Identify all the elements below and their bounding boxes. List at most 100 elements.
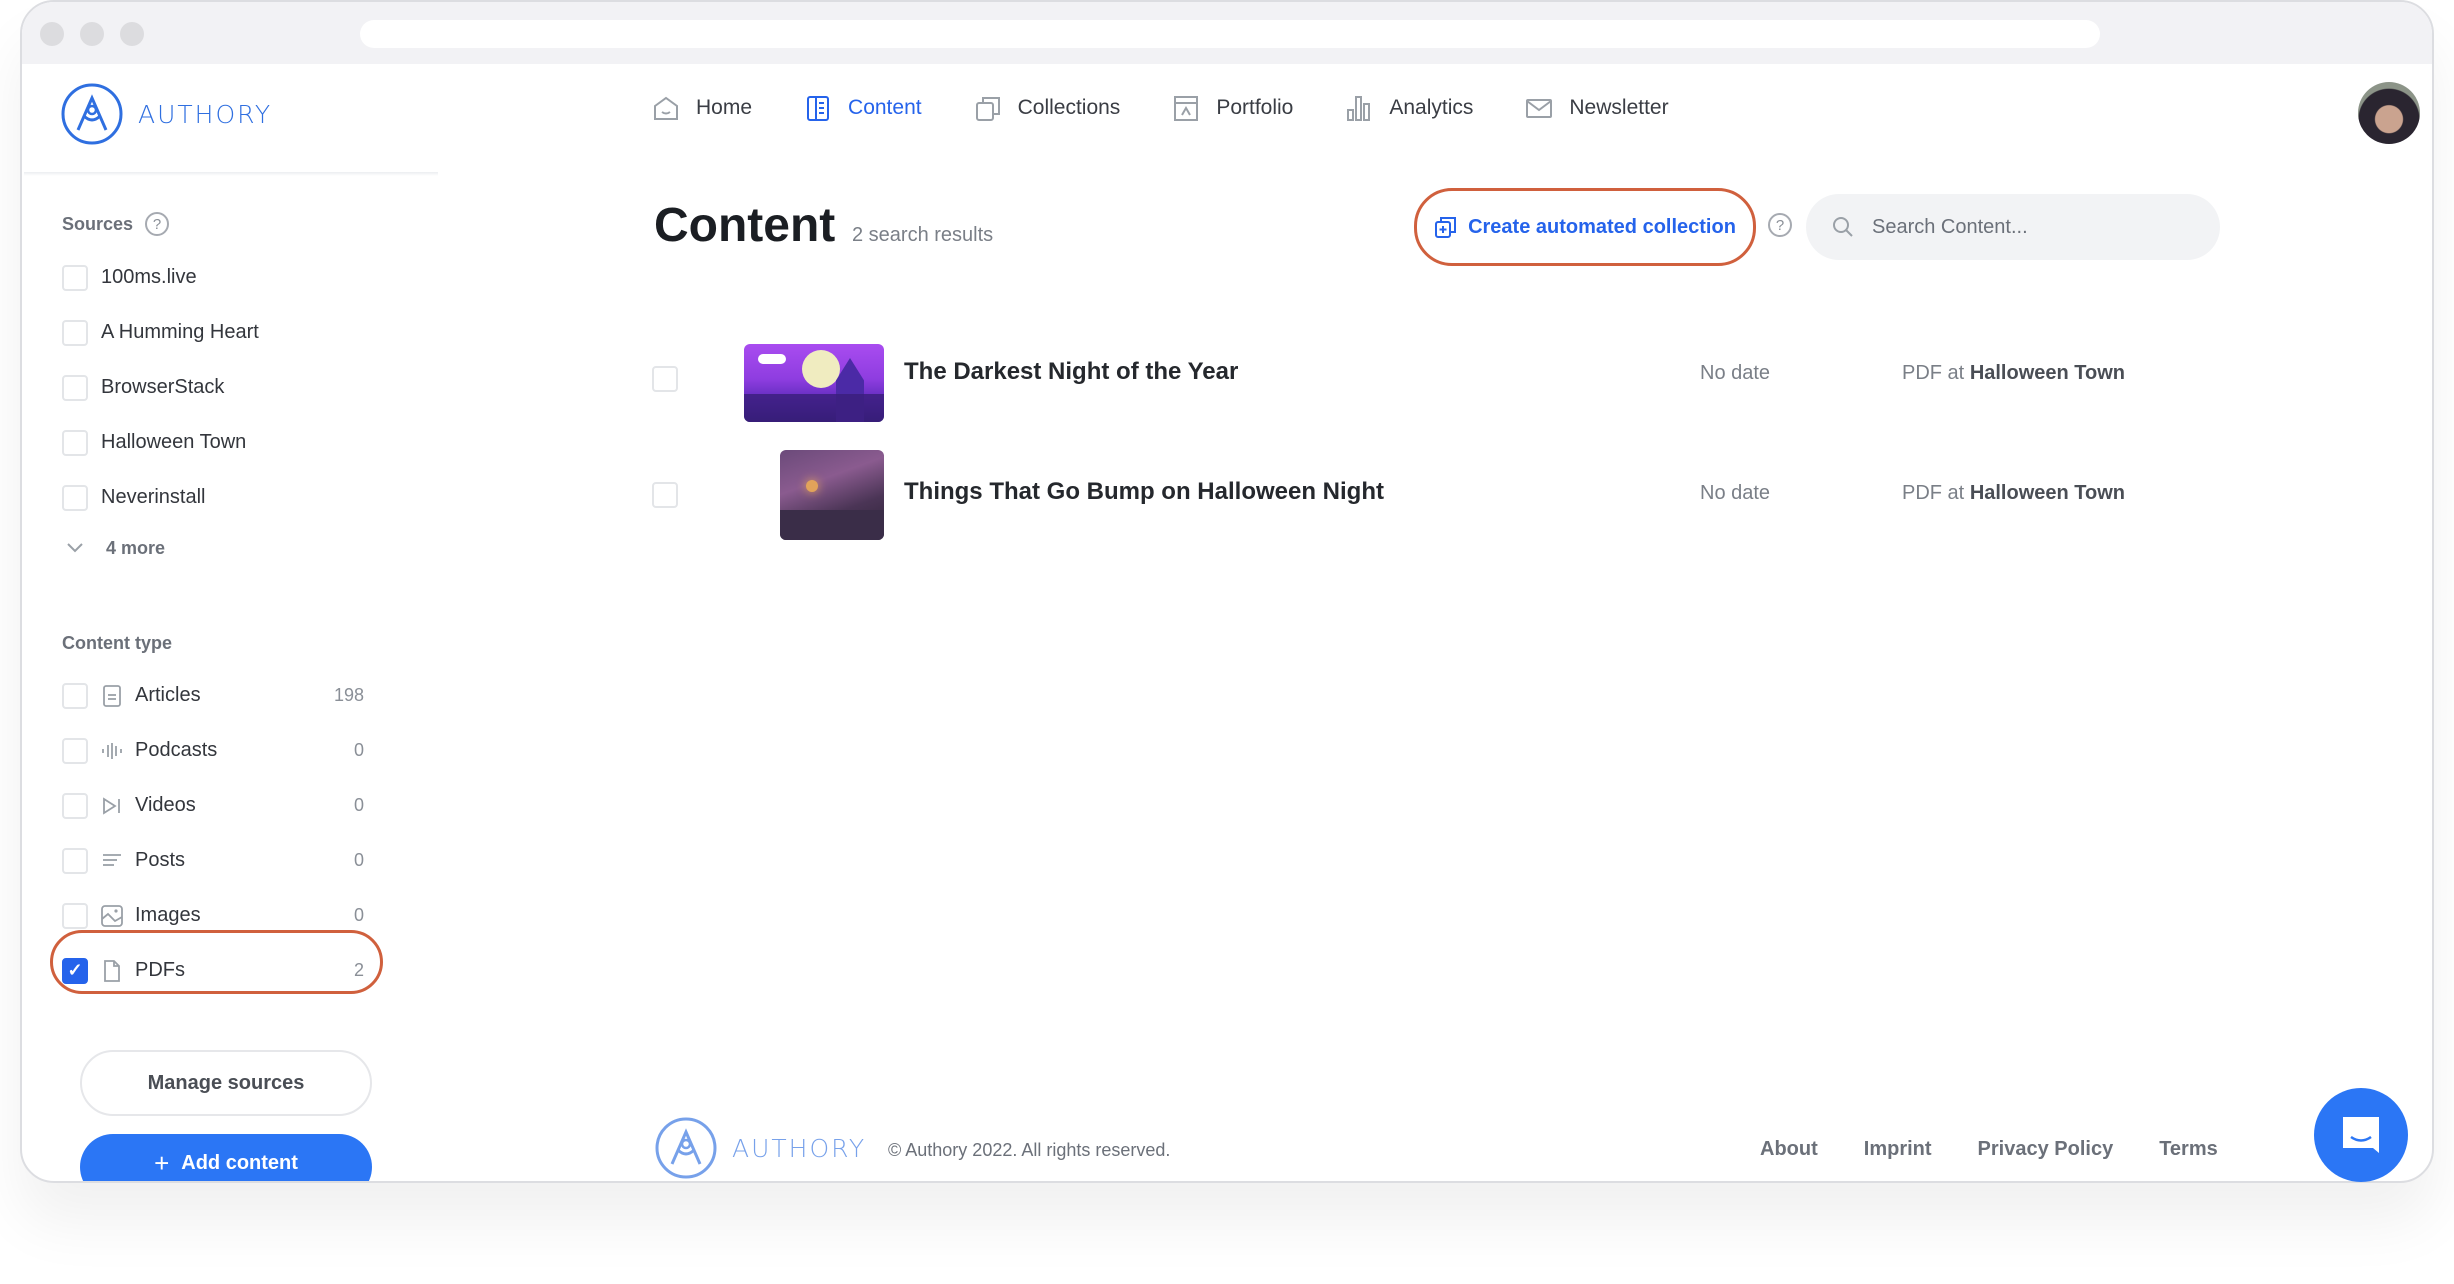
content-type-label: Posts <box>135 849 186 871</box>
source-checkbox[interactable] <box>62 429 88 456</box>
create-collection-label: Create automated collection <box>1468 215 1736 238</box>
window-minimize-dot[interactable] <box>80 22 104 46</box>
footer-link-terms[interactable]: Terms <box>2159 1138 2218 1161</box>
content-type-checkbox[interactable] <box>62 902 88 929</box>
add-content-button[interactable]: + Add content <box>80 1134 372 1181</box>
nav-content[interactable]: Content <box>804 94 922 122</box>
moon-shape <box>802 350 840 388</box>
source-label: A Humming Heart <box>101 321 259 343</box>
item-title[interactable]: The Darkest Night of the Year <box>904 358 1238 386</box>
content-icon <box>807 96 830 121</box>
sidebar-divider <box>24 172 438 176</box>
browser-chrome <box>22 2 2432 64</box>
footer-logo[interactable]: AUTHORY <box>654 1116 866 1180</box>
nav-analytics[interactable]: Analytics <box>1345 94 1473 122</box>
content-type-articles[interactable]: Articles 198 <box>62 668 392 723</box>
source-checkbox[interactable] <box>62 264 88 291</box>
show-more-sources[interactable]: 4 more <box>62 525 392 571</box>
article-icon <box>101 684 123 707</box>
source-checkbox[interactable] <box>62 484 88 511</box>
nav-collections[interactable]: Collections <box>974 94 1120 122</box>
chevron-down-icon <box>67 543 83 553</box>
collections-icon <box>975 97 1000 121</box>
content-type-podcasts[interactable]: Podcasts 0 <box>62 723 392 778</box>
source-label: Neverinstall <box>101 486 206 508</box>
content-type-title: Content type <box>62 633 172 653</box>
filter-sidebar: Sources ? 100ms.live A Humming Heart Bro… <box>62 212 392 998</box>
item-source-name[interactable]: Halloween Town <box>1970 482 2125 504</box>
footer-brand-name: AUTHORY <box>732 1133 867 1163</box>
nav-portfolio[interactable]: Portfolio <box>1172 94 1293 122</box>
content-type-checkbox[interactable] <box>62 682 88 709</box>
authory-logo-icon <box>655 1117 717 1179</box>
content-list-item[interactable]: Things That Go Bump on Halloween Night N… <box>652 450 2152 540</box>
analytics-icon <box>1347 96 1371 121</box>
content-type-count: 0 <box>353 850 364 870</box>
post-icon <box>101 850 123 872</box>
item-checkbox[interactable] <box>652 482 678 508</box>
content-type-checkbox[interactable] <box>62 792 88 819</box>
content-type-checkbox[interactable] <box>62 847 88 874</box>
content-type-posts[interactable]: Posts 0 <box>62 833 392 888</box>
footer-link-about[interactable]: About <box>1760 1138 1818 1161</box>
sources-title: Sources <box>62 213 134 234</box>
item-checkbox[interactable] <box>652 366 678 392</box>
content-type-count: 0 <box>353 795 364 815</box>
item-date: No date <box>1700 482 1771 504</box>
item-title[interactable]: Things That Go Bump on Halloween Night <box>904 478 1384 506</box>
source-filter-item[interactable]: 100ms.live <box>62 250 392 305</box>
nav-analytics-label: Analytics <box>1389 96 1474 119</box>
authory-logo[interactable]: AUTHORY <box>60 82 272 146</box>
podcast-icon <box>101 740 123 762</box>
page-title: Content <box>654 199 836 252</box>
footer-link-imprint[interactable]: Imprint <box>1864 1138 1932 1161</box>
item-type: PDF at <box>1902 482 1965 504</box>
cloud-shape <box>758 354 786 364</box>
nav-home-label: Home <box>696 96 753 119</box>
item-date: No date <box>1700 362 1771 384</box>
source-checkbox[interactable] <box>62 319 88 346</box>
content-type-count: 198 <box>333 685 364 705</box>
item-thumbnail[interactable] <box>744 344 884 422</box>
source-label: 100ms.live <box>101 266 197 288</box>
window-maximize-dot[interactable] <box>120 22 144 46</box>
source-filter-item[interactable]: Halloween Town <box>62 415 392 470</box>
plus-icon: + <box>154 1148 170 1178</box>
item-source-name[interactable]: Halloween Town <box>1970 362 2125 384</box>
chat-widget-button[interactable] <box>2314 1088 2408 1182</box>
create-automated-collection-button[interactable]: Create automated collection <box>1414 188 1756 266</box>
portfolio-icon <box>1174 96 1199 121</box>
user-avatar[interactable] <box>2358 82 2420 144</box>
help-icon[interactable]: ? <box>1768 213 1792 237</box>
search-box[interactable] <box>1806 194 2220 260</box>
source-filter-item[interactable]: Neverinstall <box>62 470 392 525</box>
window-close-dot[interactable] <box>40 22 64 46</box>
footer-link-privacy[interactable]: Privacy Policy <box>1978 1138 2114 1161</box>
search-input[interactable] <box>1872 215 2172 239</box>
nav-home[interactable]: Home <box>652 94 752 122</box>
nav-newsletter[interactable]: Newsletter <box>1525 94 1669 122</box>
content-type-checkbox[interactable] <box>62 737 88 764</box>
more-label: 4 more <box>106 537 166 558</box>
home-icon <box>654 96 678 120</box>
newsletter-icon <box>1526 99 1553 118</box>
item-source: PDF at Halloween Town <box>1902 482 2125 505</box>
search-results-count: 2 search results <box>852 224 994 246</box>
chat-icon <box>2343 1117 2379 1153</box>
address-bar[interactable] <box>360 20 2100 48</box>
content-list-item[interactable]: The Darkest Night of the Year No date PD… <box>652 334 2152 424</box>
content-type-label: Videos <box>135 794 196 816</box>
source-filter-item[interactable]: BrowserStack <box>62 360 392 415</box>
add-content-label: Add content <box>181 1152 298 1174</box>
help-icon[interactable]: ? <box>145 212 170 236</box>
pdf-highlight-annotation <box>50 930 383 994</box>
manage-sources-button[interactable]: Manage sources <box>80 1050 372 1116</box>
content-type-videos[interactable]: Videos 0 <box>62 778 392 833</box>
item-thumbnail[interactable] <box>780 450 884 540</box>
sources-heading: Sources ? <box>62 212 392 236</box>
content-type-count: 0 <box>353 905 364 925</box>
source-filter-item[interactable]: A Humming Heart <box>62 305 392 360</box>
street-shape <box>780 510 884 540</box>
source-checkbox[interactable] <box>62 374 88 401</box>
copyright-text: © Authory 2022. All rights reserved. <box>888 1140 1171 1160</box>
